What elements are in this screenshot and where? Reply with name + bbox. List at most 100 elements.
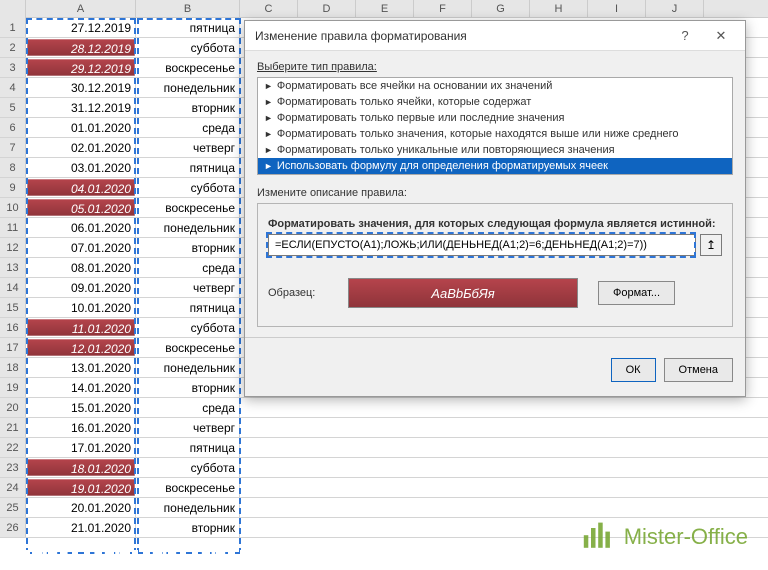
cell-date[interactable]: 27.12.2019 bbox=[26, 18, 136, 37]
cell-date[interactable]: 10.01.2020 bbox=[26, 298, 136, 317]
column-header-e[interactable]: E bbox=[356, 0, 414, 17]
row-header[interactable]: 5 bbox=[0, 98, 26, 117]
cell-date[interactable]: 16.01.2020 bbox=[26, 418, 136, 437]
cell-weekday[interactable]: вторник bbox=[136, 378, 240, 397]
column-header-j[interactable]: J bbox=[646, 0, 704, 17]
cell-weekday[interactable]: суббота bbox=[136, 38, 240, 57]
cell-weekday[interactable]: суббота bbox=[136, 178, 240, 197]
cell-weekday[interactable]: среда bbox=[136, 118, 240, 137]
row-header[interactable]: 14 bbox=[0, 278, 26, 297]
column-header-h[interactable]: H bbox=[530, 0, 588, 17]
cell-date[interactable]: 18.01.2020 bbox=[26, 458, 136, 477]
column-header-c[interactable]: C bbox=[240, 0, 298, 17]
close-button[interactable]: ✕ bbox=[703, 24, 739, 48]
row-header[interactable]: 12 bbox=[0, 238, 26, 257]
ok-button[interactable]: ОК bbox=[611, 358, 656, 382]
row-header[interactable]: 17 bbox=[0, 338, 26, 357]
row-header[interactable]: 4 bbox=[0, 78, 26, 97]
cell-date[interactable]: 20.01.2020 bbox=[26, 498, 136, 517]
cell-date[interactable]: 15.01.2020 bbox=[26, 398, 136, 417]
row-header[interactable]: 11 bbox=[0, 218, 26, 237]
cell-date[interactable]: 13.01.2020 bbox=[26, 358, 136, 377]
row-header[interactable]: 24 bbox=[0, 478, 26, 497]
cell-date[interactable]: 01.01.2020 bbox=[26, 118, 136, 137]
select-all-corner[interactable] bbox=[0, 0, 26, 18]
row-header[interactable]: 1 bbox=[0, 18, 26, 37]
cell-date[interactable]: 04.01.2020 bbox=[26, 178, 136, 197]
cell-weekday[interactable]: суббота bbox=[136, 458, 240, 477]
cell-weekday[interactable]: пятница bbox=[136, 298, 240, 317]
cell-date[interactable]: 09.01.2020 bbox=[26, 278, 136, 297]
row-header[interactable]: 2 bbox=[0, 38, 26, 57]
cell-date[interactable]: 21.01.2020 bbox=[26, 518, 136, 537]
cell-weekday[interactable]: среда bbox=[136, 398, 240, 417]
rule-type-option[interactable]: ►Использовать формулу для определения фо… bbox=[258, 158, 732, 174]
row-header[interactable]: 3 bbox=[0, 58, 26, 77]
cell-date[interactable]: 29.12.2019 bbox=[26, 58, 136, 77]
formula-input[interactable] bbox=[268, 234, 696, 256]
column-header-f[interactable]: F bbox=[414, 0, 472, 17]
cell-date[interactable]: 28.12.2019 bbox=[26, 38, 136, 57]
cell-date[interactable]: 08.01.2020 bbox=[26, 258, 136, 277]
row-header[interactable]: 23 bbox=[0, 458, 26, 477]
help-button[interactable]: ? bbox=[667, 24, 703, 48]
column-header-d[interactable]: D bbox=[298, 0, 356, 17]
cancel-button[interactable]: Отмена bbox=[664, 358, 733, 382]
cell-weekday[interactable]: пятница bbox=[136, 158, 240, 177]
cell-date[interactable]: 02.01.2020 bbox=[26, 138, 136, 157]
cell-date[interactable]: 11.01.2020 bbox=[26, 318, 136, 337]
cell-date[interactable]: 06.01.2020 bbox=[26, 218, 136, 237]
row-header[interactable]: 9 bbox=[0, 178, 26, 197]
cell-weekday[interactable]: понедельник bbox=[136, 498, 240, 517]
cell-weekday[interactable]: вторник bbox=[136, 238, 240, 257]
cell-date[interactable]: 31.12.2019 bbox=[26, 98, 136, 117]
row-header[interactable]: 15 bbox=[0, 298, 26, 317]
row-header[interactable]: 6 bbox=[0, 118, 26, 137]
collapse-dialog-button[interactable]: ↥ bbox=[700, 234, 722, 256]
cell-weekday[interactable]: четверг bbox=[136, 138, 240, 157]
cell-weekday[interactable]: понедельник bbox=[136, 78, 240, 97]
cell-weekday[interactable]: вторник bbox=[136, 98, 240, 117]
rule-type-option[interactable]: ►Форматировать только значения, которые … bbox=[258, 126, 732, 142]
cell-weekday[interactable]: воскресенье bbox=[136, 58, 240, 77]
row-header[interactable]: 26 bbox=[0, 518, 26, 537]
row-header[interactable]: 10 bbox=[0, 198, 26, 217]
cell-weekday[interactable]: суббота bbox=[136, 318, 240, 337]
rule-type-option[interactable]: ►Форматировать только первые или последн… bbox=[258, 110, 732, 126]
row-header[interactable]: 21 bbox=[0, 418, 26, 437]
cell-date[interactable]: 30.12.2019 bbox=[26, 78, 136, 97]
cell-date[interactable]: 12.01.2020 bbox=[26, 338, 136, 357]
rule-type-list[interactable]: ►Форматировать все ячейки на основании и… bbox=[257, 77, 733, 175]
cell-weekday[interactable]: четверг bbox=[136, 418, 240, 437]
column-header-a[interactable]: A bbox=[26, 0, 136, 17]
row-header[interactable]: 13 bbox=[0, 258, 26, 277]
cell-weekday[interactable]: понедельник bbox=[136, 218, 240, 237]
row-header[interactable]: 16 bbox=[0, 318, 26, 337]
cell-weekday[interactable]: воскресенье bbox=[136, 338, 240, 357]
column-header-i[interactable]: I bbox=[588, 0, 646, 17]
row-header[interactable]: 8 bbox=[0, 158, 26, 177]
cell-weekday[interactable]: четверг bbox=[136, 278, 240, 297]
cell-date[interactable]: 14.01.2020 bbox=[26, 378, 136, 397]
cell-date[interactable]: 19.01.2020 bbox=[26, 478, 136, 497]
column-header-b[interactable]: B bbox=[136, 0, 240, 17]
cell-weekday[interactable]: пятница bbox=[136, 438, 240, 457]
format-button[interactable]: Формат... bbox=[598, 281, 675, 305]
row-header[interactable]: 25 bbox=[0, 498, 26, 517]
cell-weekday[interactable]: среда bbox=[136, 258, 240, 277]
cell-date[interactable]: 03.01.2020 bbox=[26, 158, 136, 177]
cell-date[interactable]: 07.01.2020 bbox=[26, 238, 136, 257]
cell-weekday[interactable]: воскресенье bbox=[136, 198, 240, 217]
rule-type-option[interactable]: ►Форматировать только ячейки, которые со… bbox=[258, 94, 732, 110]
rule-type-option[interactable]: ►Форматировать все ячейки на основании и… bbox=[258, 78, 732, 94]
cell-weekday[interactable]: вторник bbox=[136, 518, 240, 537]
cell-weekday[interactable]: воскресенье bbox=[136, 478, 240, 497]
cell-weekday[interactable]: пятница bbox=[136, 18, 240, 37]
row-header[interactable]: 22 bbox=[0, 438, 26, 457]
row-header[interactable]: 18 bbox=[0, 358, 26, 377]
row-header[interactable]: 20 bbox=[0, 398, 26, 417]
cell-date[interactable]: 05.01.2020 bbox=[26, 198, 136, 217]
column-header-g[interactable]: G bbox=[472, 0, 530, 17]
rule-type-option[interactable]: ►Форматировать только уникальные или пов… bbox=[258, 142, 732, 158]
row-header[interactable]: 7 bbox=[0, 138, 26, 157]
